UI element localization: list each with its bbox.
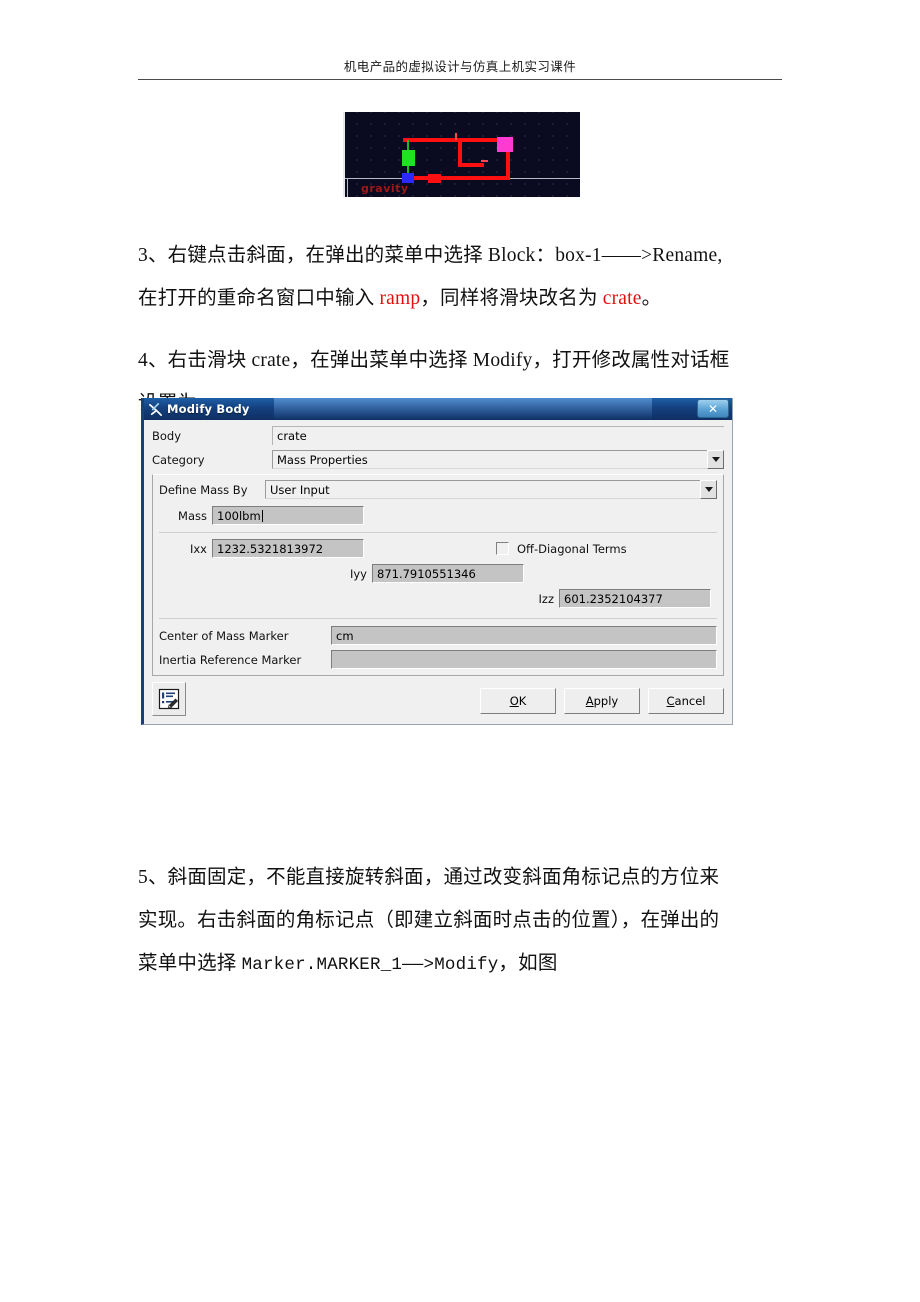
- step-3-paragraph: 3、右键点击斜面，在弹出的菜单中选择 Block：box-1——>Rename,…: [138, 234, 786, 320]
- inertia-marker-input[interactable]: [331, 650, 717, 669]
- step-5-line-3-b: ，如图: [498, 953, 558, 974]
- cm-marker-label: Center of Mass Marker: [159, 628, 289, 643]
- adams-model-figure: gravity: [343, 112, 580, 197]
- dialog-footer: OK Apply Cancel: [144, 676, 732, 724]
- crate-body: [402, 150, 415, 166]
- inertia-marker-label: Inertia Reference Marker: [159, 652, 302, 667]
- titlebar-sheen: [274, 398, 652, 420]
- iyy-label: Iyy: [349, 566, 367, 581]
- cancel-button-rest: ancel: [674, 694, 706, 708]
- pen-edit-icon: [158, 688, 180, 710]
- marker-cm-red: [428, 174, 441, 183]
- header-divider: [138, 79, 782, 80]
- izz-row: Izz 601.2352104377: [159, 589, 717, 608]
- define-mass-by-select[interactable]: User Input: [265, 480, 717, 499]
- iyy-row: Iyy 871.7910551346: [159, 564, 717, 583]
- ok-button-rest: K: [518, 694, 527, 708]
- step-5-menu-path: Marker.MARKER_1——>Modify: [241, 955, 499, 975]
- category-label: Category: [152, 452, 205, 467]
- cm-marker-row: Center of Mass Marker cm: [159, 626, 717, 645]
- category-select[interactable]: Mass Properties: [272, 450, 724, 469]
- step-5-line-2: 实现。右击斜面的角标记点（即建立斜面时点击的位置），在弹出的: [138, 910, 720, 931]
- cancel-button[interactable]: Cancel: [648, 688, 724, 714]
- category-select-value[interactable]: Mass Properties: [272, 450, 707, 469]
- mass-row: Mass 100lbm: [159, 506, 717, 525]
- off-diagonal-terms-label: Off-Diagonal Terms: [517, 541, 627, 556]
- step-5-line-3-a: 菜单中选择: [138, 953, 242, 974]
- ok-button[interactable]: OK: [480, 688, 556, 714]
- chevron-down-icon[interactable]: [707, 450, 724, 469]
- define-mass-by-label: Define Mass By: [159, 482, 248, 497]
- ixx-row: Ixx 1232.5321813972 Off-Diagonal Terms: [159, 539, 717, 558]
- axis-tick-x: [481, 160, 488, 162]
- edit-expression-button[interactable]: [152, 682, 186, 716]
- izz-input[interactable]: 601.2352104377: [559, 589, 711, 608]
- body-name-input[interactable]: crate: [272, 426, 724, 445]
- step-5-paragraph: 5、斜面固定，不能直接旋转斜面，通过改变斜面角标记点的方位来 实现。右击斜面的角…: [138, 856, 786, 987]
- modify-body-dialog: Modify Body ✕ Body crate Category Mass P…: [141, 398, 733, 725]
- define-mass-by-value[interactable]: User Input: [265, 480, 700, 499]
- ramp-edge-bottom: [405, 176, 510, 180]
- apply-button[interactable]: Apply: [564, 688, 640, 714]
- ixx-label: Ixx: [189, 541, 207, 556]
- step-3-line-1: 3、右键点击斜面，在弹出的菜单中选择 Block：box-1——>Rename,: [138, 244, 723, 266]
- dialog-content: Body crate Category Mass Properties Defi…: [144, 420, 732, 676]
- page-header-title: 机电产品的虚拟设计与仿真上机实习课件: [343, 59, 577, 74]
- off-diagonal-terms-checkbox[interactable]: [496, 542, 509, 555]
- close-icon[interactable]: ✕: [697, 399, 729, 418]
- chevron-down-icon[interactable]: [700, 480, 717, 499]
- mass-input-value: 100lbm: [217, 509, 261, 523]
- izz-label: Izz: [538, 591, 554, 606]
- ground-line-vertical: [347, 178, 348, 197]
- step-3-line-2-b: ，同样将滑块改名为: [420, 287, 603, 309]
- step-3-line-2-c: 。: [641, 287, 662, 309]
- mass-label: Mass: [178, 508, 207, 523]
- iyy-input[interactable]: 871.7910551346: [372, 564, 524, 583]
- body-label: Body: [152, 428, 182, 443]
- dialog-titlebar[interactable]: Modify Body ✕: [144, 398, 732, 420]
- ramp-marker-axis-horizontal: [458, 163, 484, 167]
- step-5-line-1: 5、斜面固定，不能直接旋转斜面，通过改变斜面角标记点的方位来: [138, 867, 720, 888]
- dialog-action-buttons: OK Apply Cancel: [480, 688, 724, 714]
- off-diagonal-terms-checkbox-wrap[interactable]: Off-Diagonal Terms: [496, 542, 627, 556]
- axis-tick-y: [455, 133, 457, 140]
- step-3-keyword-ramp: ramp: [379, 287, 421, 309]
- define-mass-by-row: Define Mass By User Input: [159, 480, 717, 499]
- inertia-marker-row: Inertia Reference Marker: [159, 650, 717, 669]
- page-header: 机电产品的虚拟设计与仿真上机实习课件: [138, 58, 782, 80]
- ixx-input[interactable]: 1232.5321813972: [212, 539, 364, 558]
- marker-magenta-corner: [497, 137, 513, 152]
- text-caret: [261, 510, 263, 522]
- mass-input[interactable]: 100lbm: [212, 506, 364, 525]
- step-4-line-1: 4、右击滑块 crate，在弹出菜单中选择 Modify，打开修改属性对话框: [138, 350, 730, 371]
- category-row: Category Mass Properties: [152, 450, 724, 469]
- apply-button-rest: pply: [593, 694, 619, 708]
- step-3-keyword-crate: crate: [602, 287, 642, 309]
- group-divider: [159, 532, 717, 533]
- adams-app-icon: [149, 402, 162, 416]
- body-row: Body crate: [152, 426, 724, 445]
- cm-marker-input[interactable]: cm: [331, 626, 717, 645]
- group-divider-2: [159, 618, 717, 619]
- mass-properties-group: Define Mass By User Input Mass 100lbm Ix…: [152, 474, 724, 676]
- step-3-line-2-a: 在打开的重命名窗口中输入: [138, 287, 380, 309]
- gravity-label: gravity: [361, 182, 409, 195]
- dialog-title: Modify Body: [167, 402, 250, 416]
